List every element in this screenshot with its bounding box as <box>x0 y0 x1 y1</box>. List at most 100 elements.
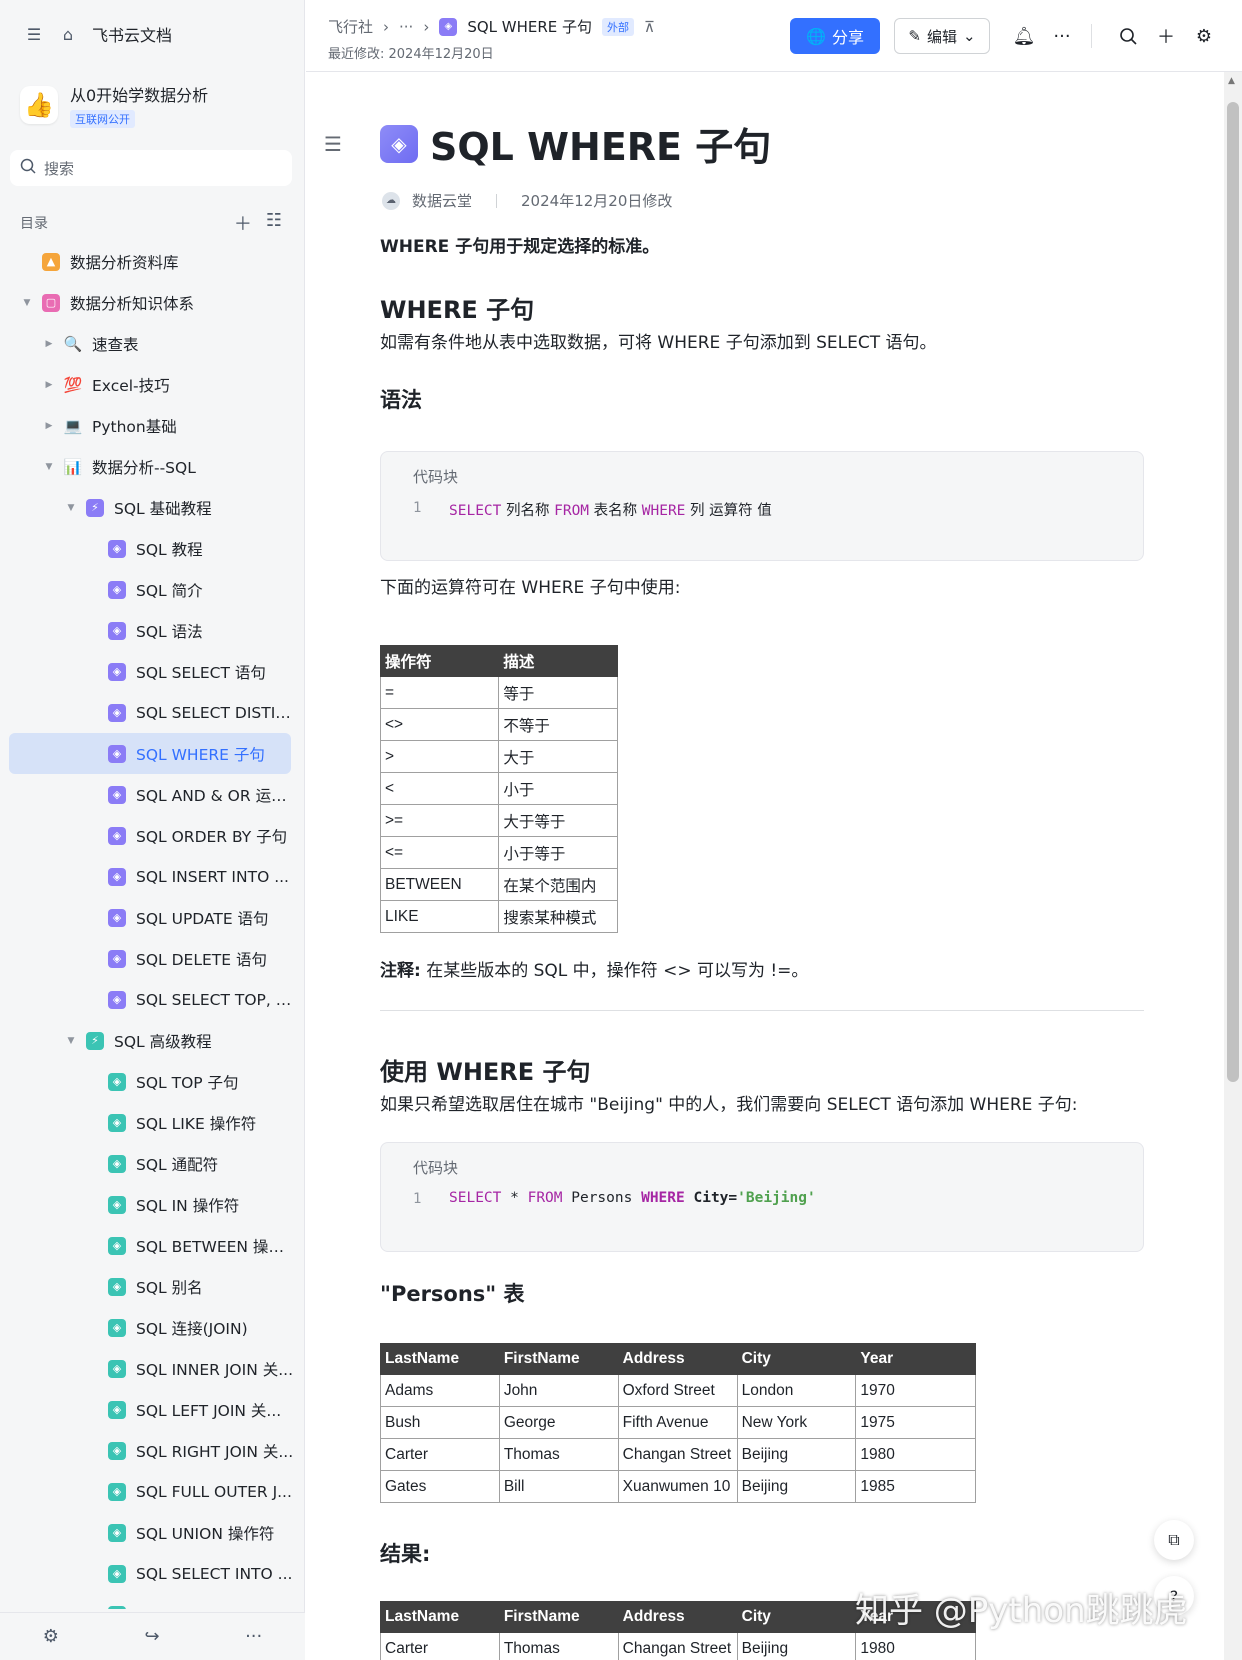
sidebar-tree-item[interactable]: ◈ SQL DELETE 语句 <box>0 938 305 979</box>
sidebar-tree-item[interactable]: ◈ SQL BETWEEN 操作符 <box>0 1225 305 1266</box>
doc-node-icon: ◈ <box>108 539 126 558</box>
heading-use-where: 使用 WHERE 子句 <box>380 1058 591 1086</box>
search-icon <box>20 158 36 178</box>
more-icon[interactable]: ··· <box>1050 24 1074 48</box>
collapse-sidebar-icon[interactable]: ☰ <box>24 24 44 44</box>
external-badge: 外部 <box>602 17 635 36</box>
search-input[interactable]: 搜索 <box>10 150 292 186</box>
table-header-cell: LastName <box>380 1343 500 1375</box>
sidebar-tree-item[interactable]: ▶ 💻 Python基础 <box>0 405 305 446</box>
caret-down-icon[interactable]: ▼ <box>20 298 34 308</box>
caret-right-icon[interactable]: ▶ <box>42 421 56 431</box>
sidebar-tree-item[interactable]: ◈ SQL RIGHT JOIN 关... <box>0 1430 305 1471</box>
sidebar-tree-item[interactable]: ◈ SQL UPDATE 语句 <box>0 897 305 938</box>
doc-node-icon: ◈ <box>108 744 126 763</box>
sidebar-tree-item[interactable]: ◈ SQL ORDER BY 子句 <box>0 815 305 856</box>
sidebar-tree-item[interactable]: ▶ 💯 Excel-技巧 <box>0 364 305 405</box>
edit-label: 编辑 <box>926 27 957 46</box>
share-out-icon[interactable]: ↪ <box>144 1626 159 1647</box>
share-button[interactable]: 🌐 分享 <box>790 18 880 54</box>
space-header[interactable]: 👍 从0开始学数据分析 互联网公开 <box>20 82 208 128</box>
sidebar-tree-item[interactable]: ◈ SQL SELECT TOP, LI... <box>0 979 305 1020</box>
sidebar-tree-item[interactable]: ◈ SQL INSERT INTO S... <box>0 1594 305 1609</box>
doc-node-icon: ◈ <box>108 1113 126 1132</box>
code-block-example[interactable]: 代码块 1 SELECT * FROM Persons WHERE City='… <box>380 1142 1144 1252</box>
sidebar-tree-item[interactable]: ◈ SQL INNER JOIN 关... <box>0 1348 305 1389</box>
sidebar-tree-item[interactable]: ◈ SQL 语法 <box>0 610 305 651</box>
edit-button[interactable]: ✎ 编辑 ⌄ <box>894 18 990 54</box>
home-icon[interactable]: ⌂ <box>58 24 78 44</box>
sidebar-tree-item[interactable]: ▼ ⚡ SQL 基础教程 <box>0 487 305 528</box>
caret-down-icon[interactable]: ▼ <box>64 503 78 513</box>
crumb-current[interactable]: SQL WHERE 子句 <box>467 16 592 37</box>
scrollbar-thumb[interactable] <box>1227 102 1239 1082</box>
outline-icon[interactable]: ☰ <box>324 132 342 156</box>
caret-right-icon[interactable]: ▶ <box>42 380 56 390</box>
doc-node-icon: ◈ <box>108 949 126 968</box>
doc-node-icon: ◈ <box>108 1523 126 1542</box>
sidebar-tree-item[interactable]: ◈ SQL 别名 <box>0 1266 305 1307</box>
sidebar-tree-item[interactable]: ◈ SQL INSERT INTO ... <box>0 856 305 897</box>
code-token: 列名称 <box>501 503 555 519</box>
sidebar-tree-item[interactable]: ◈ SQL 连接(JOIN) <box>0 1307 305 1348</box>
sidebar-item-label: SQL WHERE 子句 <box>136 745 265 764</box>
scroll-up-icon[interactable]: ▲ <box>1228 76 1235 86</box>
table-cell: 等于 <box>498 676 618 709</box>
sidebar-tree-item[interactable]: ◈ SQL WHERE 子句 <box>9 733 291 774</box>
table-cell: Adams <box>380 1374 500 1407</box>
crumb-more[interactable]: ··· <box>399 18 413 36</box>
sidebar-tree-item[interactable]: ▼ 📊 数据分析--SQL <box>0 446 305 487</box>
author[interactable]: 数据云堂 <box>412 190 472 211</box>
caret-down-icon[interactable]: ▼ <box>42 462 56 472</box>
sidebar-tree-item[interactable]: ▶ 🔍 速查表 <box>0 323 305 364</box>
crumb-root[interactable]: 飞行社 <box>328 16 373 37</box>
sidebar-tree-item[interactable]: ◈ SQL AND & OR 运算... <box>0 774 305 815</box>
doc-node-icon: ◈ <box>108 1277 126 1296</box>
caret-down-icon[interactable]: ▼ <box>64 1036 78 1046</box>
table-cell: Xuanwumen 10 <box>617 1470 738 1503</box>
sidebar-tree-item[interactable]: ◈ SQL FULL OUTER J... <box>0 1471 305 1512</box>
code-block-syntax[interactable]: 代码块 1 SELECT 列名称 FROM 表名称 WHERE 列 运算符 值 <box>380 451 1144 561</box>
thumbs-up-icon: 👍 <box>20 86 58 124</box>
sidebar-tree-item[interactable]: ◈ SQL LIKE 操作符 <box>0 1102 305 1143</box>
doc-node-icon: 📊 <box>63 457 83 476</box>
sidebar-tree-item[interactable]: ◈ SQL LEFT JOIN 关... <box>0 1389 305 1430</box>
sidebar-tree-item[interactable]: ▲ 数据分析资料库 <box>0 241 305 282</box>
sidebar-tree-item[interactable]: ◈ SQL 教程 <box>0 528 305 569</box>
settings-icon[interactable]: ⚙ <box>43 1626 59 1647</box>
doc-node-icon: ⚡ <box>86 1031 104 1050</box>
sidebar-tree-item[interactable]: ◈ SQL SELECT 语句 <box>0 651 305 692</box>
sidebar-item-label: SQL FULL OUTER J... <box>136 1482 292 1501</box>
chevron-down-icon: ⌄ <box>963 27 976 45</box>
doc-assistant-icon[interactable]: ⧉ <box>1154 1520 1194 1560</box>
more-icon[interactable]: ··· <box>245 1626 262 1647</box>
scrollbar[interactable]: ▲ <box>1224 72 1242 1660</box>
table-cell: <= <box>380 836 500 869</box>
app-title[interactable]: 飞书云文档 <box>92 22 172 46</box>
add-icon[interactable]: ＋ <box>234 210 252 236</box>
sidebar-tree-item[interactable]: ◈ SQL 简介 <box>0 569 305 610</box>
public-badge: 互联网公开 <box>70 110 135 128</box>
doc-node-icon: ◈ <box>108 1441 126 1460</box>
search-icon[interactable] <box>1116 24 1140 48</box>
bell-icon[interactable]: 🔔︎ <box>1012 24 1036 48</box>
sidebar-tree-item[interactable]: ◈ SQL SELECT DISTIN... <box>0 692 305 733</box>
sidebar-tree-item[interactable]: ◈ SQL 通配符 <box>0 1143 305 1184</box>
list-settings-icon[interactable]: ☷ <box>266 210 282 236</box>
sidebar-tree-item[interactable]: ◈ SQL SELECT INTO ... <box>0 1553 305 1594</box>
doc-node-icon: ◈ <box>108 826 126 845</box>
pin-icon[interactable]: ⊼ <box>644 18 655 36</box>
sidebar-tree-item[interactable]: ▼ ▢ 数据分析知识体系 <box>0 282 305 323</box>
sidebar-tree-item[interactable]: ◈ SQL IN 操作符 <box>0 1184 305 1225</box>
sidebar-tree-item[interactable]: ◈ SQL TOP 子句 <box>0 1061 305 1102</box>
line-number: 1 <box>413 1191 422 1207</box>
sidebar-item-label: SQL ORDER BY 子句 <box>136 827 288 846</box>
plus-icon[interactable]: ＋ <box>1154 24 1178 48</box>
doc-node-icon: ◈ <box>108 662 126 681</box>
sidebar-tree-item[interactable]: ◈ SQL UNION 操作符 <box>0 1512 305 1553</box>
table-cell: Carter <box>380 1438 500 1471</box>
avatar[interactable]: ☁ <box>382 191 400 210</box>
caret-right-icon[interactable]: ▶ <box>42 339 56 349</box>
sidebar-tree-item[interactable]: ▼ ⚡ SQL 高级教程 <box>0 1020 305 1061</box>
gear-icon[interactable]: ⚙ <box>1192 24 1216 48</box>
